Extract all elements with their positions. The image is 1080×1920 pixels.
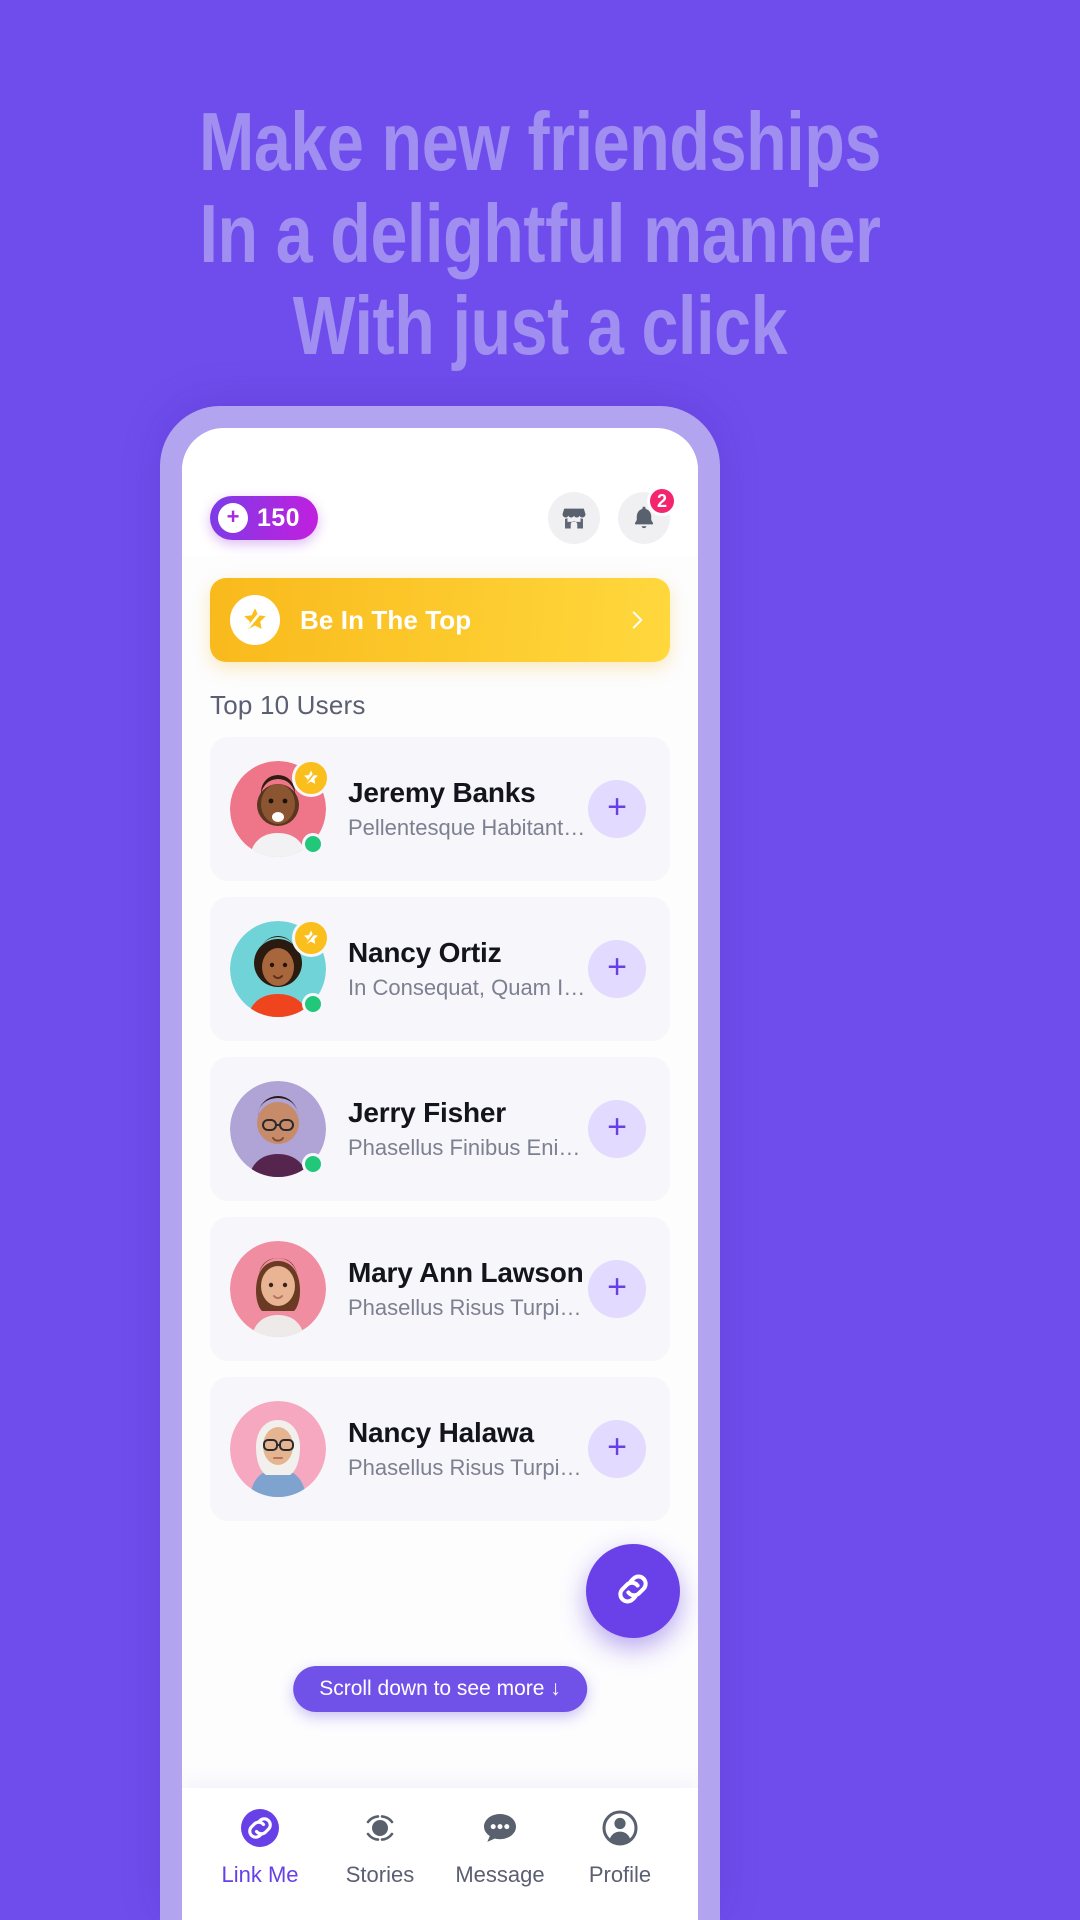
store-button[interactable] xyxy=(548,492,600,544)
user-subtitle: Phasellus Risus Turpis, Pretium xyxy=(348,1295,588,1320)
nav-item-stories[interactable]: Stories xyxy=(320,1804,440,1888)
chevron-right-icon[interactable] xyxy=(624,607,650,633)
app-top-bar: + 150 2 xyxy=(182,428,698,556)
user-name: Jerry Fisher xyxy=(348,1097,506,1128)
phone-screen: + 150 2 Be In The Top Top 10 Users Jerem… xyxy=(182,428,698,1920)
points-badge[interactable]: + 150 xyxy=(210,496,318,540)
nav-item-message[interactable]: Message xyxy=(440,1804,560,1888)
avatar xyxy=(230,919,330,1017)
avatar xyxy=(230,1401,326,1497)
avatar xyxy=(230,759,330,857)
online-status-dot xyxy=(302,833,324,855)
promo-label: Be In The Top xyxy=(300,604,472,635)
nav-item-link-me[interactable]: Link Me xyxy=(200,1804,320,1888)
chat-bubble-icon xyxy=(476,1804,524,1852)
table-row[interactable]: Jeremy Banks Pellentesque Habitant Mor..… xyxy=(210,737,670,881)
table-row[interactable]: Mary Ann Lawson Phasellus Risus Turpis, … xyxy=(210,1217,670,1361)
online-status-dot xyxy=(302,1153,324,1175)
top-users-list: Jeremy Banks Pellentesque Habitant Mor..… xyxy=(210,737,670,1521)
bottom-navigation: Link Me Stories Message Profile xyxy=(182,1788,698,1920)
user-subtitle: Pellentesque Habitant Mor... xyxy=(348,815,588,840)
user-subtitle: Phasellus Finibus Enim Nulla, xyxy=(348,1135,588,1160)
nav-label: Link Me xyxy=(221,1862,299,1887)
user-info: Nancy Ortiz In Consequat, Quam Id So... xyxy=(348,937,588,1001)
user-name: Nancy Halawa xyxy=(348,1417,534,1448)
points-value: 150 xyxy=(257,503,300,532)
notification-count-badge: 2 xyxy=(647,486,677,516)
store-icon xyxy=(560,504,588,532)
nav-label: Profile xyxy=(588,1862,652,1887)
online-status-dot xyxy=(302,993,324,1015)
phone-mockup-frame: + 150 2 Be In The Top Top 10 Users Jerem… xyxy=(160,406,720,1920)
headline-line-3: With just a click xyxy=(292,279,788,372)
scroll-hint-pill[interactable]: Scroll down to see more ↓ xyxy=(293,1666,587,1712)
link-chain-icon xyxy=(236,1804,284,1852)
table-row[interactable]: Jerry Fisher Phasellus Finibus Enim Null… xyxy=(210,1057,670,1201)
nav-item-profile[interactable]: Profile xyxy=(560,1804,680,1888)
nav-label: Message xyxy=(455,1862,545,1887)
headline-line-1: Make new friendships xyxy=(198,95,882,188)
add-friend-button[interactable]: + xyxy=(588,1260,646,1318)
notifications-button[interactable]: 2 xyxy=(618,486,677,544)
section-title: Top 10 Users xyxy=(210,690,366,720)
add-friend-button[interactable]: + xyxy=(588,1100,646,1158)
add-friend-button[interactable]: + xyxy=(588,1420,646,1478)
add-friend-button[interactable]: + xyxy=(588,780,646,838)
headline-line-2: In a delightful manner xyxy=(199,187,881,280)
user-subtitle: Phasellus Risus Turpis, Pretium xyxy=(348,1455,588,1480)
avatar xyxy=(230,1241,326,1337)
app-content-area: Be In The Top Top 10 Users Jeremy Banks … xyxy=(182,556,698,1788)
avatar xyxy=(230,1081,326,1177)
user-name: Jeremy Banks xyxy=(348,777,536,808)
top-user-star-badge xyxy=(292,759,330,797)
topbar-icon-group: 2 xyxy=(548,486,677,544)
table-row[interactable]: Nancy Ortiz In Consequat, Quam Id So... … xyxy=(210,897,670,1041)
stories-radar-icon xyxy=(356,1804,404,1852)
user-info: Jerry Fisher Phasellus Finibus Enim Null… xyxy=(348,1097,588,1161)
plus-icon: + xyxy=(218,503,248,533)
user-info: Mary Ann Lawson Phasellus Risus Turpis, … xyxy=(348,1257,588,1321)
table-row[interactable]: Nancy Halawa Phasellus Risus Turpis, Pre… xyxy=(210,1377,670,1521)
link-chain-icon xyxy=(610,1566,656,1617)
user-subtitle: In Consequat, Quam Id So... xyxy=(348,975,588,1000)
user-info: Nancy Halawa Phasellus Risus Turpis, Pre… xyxy=(348,1417,588,1481)
star-badge-icon xyxy=(230,595,280,645)
nav-label: Stories xyxy=(345,1862,415,1887)
user-circle-icon xyxy=(596,1804,644,1852)
hero-headline: Make new friendships In a delightful man… xyxy=(108,96,972,372)
user-info: Jeremy Banks Pellentesque Habitant Mor..… xyxy=(348,777,588,841)
user-name: Mary Ann Lawson xyxy=(348,1257,584,1288)
top-user-star-badge xyxy=(292,919,330,957)
be-in-the-top-banner[interactable]: Be In The Top xyxy=(210,578,670,662)
user-name: Nancy Ortiz xyxy=(348,937,502,968)
link-fab-button[interactable] xyxy=(586,1544,680,1638)
add-friend-button[interactable]: + xyxy=(588,940,646,998)
